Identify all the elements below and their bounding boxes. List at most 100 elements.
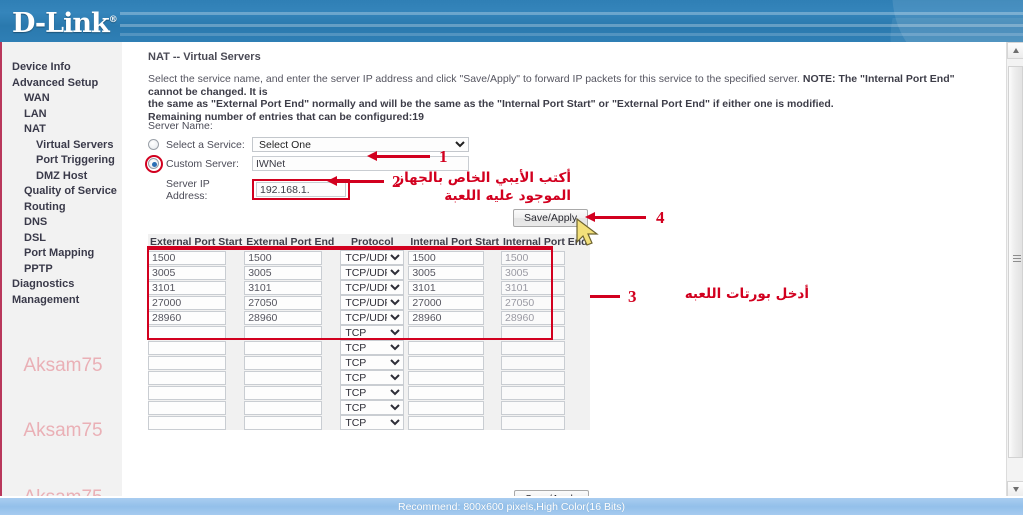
external-port-start-input-7[interactable]: [148, 340, 226, 355]
sidebar-item-dsl[interactable]: DSL: [2, 231, 122, 247]
protocol-select-6[interactable]: TCP: [340, 325, 405, 340]
protocol-select-2[interactable]: TCP/UDP: [340, 265, 405, 280]
select-a-service-label: Select a Service:: [166, 138, 245, 151]
internal-port-end-input-6[interactable]: [501, 325, 565, 340]
internal-port-start-input-7-cell: [408, 340, 501, 355]
internal-port-start-input-6[interactable]: [408, 325, 485, 340]
sidebar-item-port-triggering[interactable]: Port Triggering: [2, 153, 122, 169]
protocol-select-3[interactable]: TCP/UDP: [340, 280, 405, 295]
internal-port-end-input-1[interactable]: [501, 250, 565, 265]
external-port-end-input-5[interactable]: [244, 310, 323, 325]
internal-port-start-input-8[interactable]: [408, 355, 485, 370]
external-port-start-input-10[interactable]: [148, 385, 226, 400]
sidebar-item-dmz-host[interactable]: DMZ Host: [2, 169, 122, 185]
external-port-end-input-4[interactable]: [244, 295, 323, 310]
select-a-service-radio-wrap[interactable]: [148, 139, 159, 150]
sidebar-item-diagnostics[interactable]: Diagnostics: [2, 277, 122, 293]
external-port-end-input-9[interactable]: [244, 370, 323, 385]
sidebar-item-advanced-setup[interactable]: Advanced Setup: [2, 76, 122, 92]
protocol-select-10[interactable]: TCP: [340, 385, 405, 400]
internal-port-end-input-3[interactable]: [501, 280, 565, 295]
internal-port-end-input-5[interactable]: [501, 310, 565, 325]
table-body: TCP/UDPTCP/UDPTCP/UDPTCP/UDPTCP/UDPTCPTC…: [148, 250, 590, 430]
sidebar-item-device-info[interactable]: Device Info: [2, 60, 122, 76]
external-port-end-input-2[interactable]: [244, 265, 323, 280]
internal-port-end-input-9[interactable]: [501, 370, 565, 385]
internal-port-start-input-5-cell: [408, 310, 501, 325]
external-port-start-input-12[interactable]: [148, 415, 226, 430]
external-port-end-input-3[interactable]: [244, 280, 323, 295]
external-port-end-input-8[interactable]: [244, 355, 323, 370]
internal-port-end-input-12[interactable]: [501, 415, 565, 430]
sidebar-item-quality-of-service[interactable]: Quality of Service: [2, 184, 122, 200]
internal-port-end-input-7[interactable]: [501, 340, 565, 355]
internal-port-start-input-2[interactable]: [408, 265, 485, 280]
protocol-select-1[interactable]: TCP/UDP: [340, 250, 405, 265]
table-row: TCP: [148, 415, 590, 430]
sidebar-item-port-mapping[interactable]: Port Mapping: [2, 246, 122, 262]
annotation-arabic-2-line2: الموجود عليه اللعبة: [444, 188, 571, 204]
internal-port-start-input-7[interactable]: [408, 340, 485, 355]
sidebar-item-routing[interactable]: Routing: [2, 200, 122, 216]
external-port-end-input-7[interactable]: [244, 340, 323, 355]
external-port-end-input-10[interactable]: [244, 385, 323, 400]
custom-server-input[interactable]: [252, 156, 469, 171]
sidebar-item-lan[interactable]: LAN: [2, 107, 122, 123]
external-port-start-input-2[interactable]: [148, 265, 226, 280]
internal-port-end-input-10[interactable]: [501, 385, 565, 400]
internal-port-start-input-12[interactable]: [408, 415, 485, 430]
service-select[interactable]: Select One: [252, 137, 469, 152]
protocol-select-12[interactable]: TCP: [340, 415, 405, 430]
external-port-end-input-8-cell: [244, 355, 337, 370]
sidebar-item-nat[interactable]: NAT: [2, 122, 122, 138]
internal-port-start-input-4[interactable]: [408, 295, 485, 310]
dlink-logo: D-Link®: [12, 8, 118, 39]
external-port-start-input-6[interactable]: [148, 325, 226, 340]
external-port-end-input-6[interactable]: [244, 325, 323, 340]
protocol-select-9[interactable]: TCP: [340, 370, 405, 385]
dlink-logo-text: D-Link: [12, 8, 110, 39]
custom-server-radio-wrap[interactable]: [144, 154, 163, 173]
external-port-start-input-8[interactable]: [148, 355, 226, 370]
description-line2: the same as "External Port End" normally…: [148, 98, 834, 110]
table-row: TCP: [148, 340, 590, 355]
protocol-select-4[interactable]: TCP/UDP: [340, 295, 405, 310]
scroll-up-button[interactable]: [1007, 42, 1023, 59]
internal-port-start-input-10[interactable]: [408, 385, 485, 400]
internal-port-start-input-3[interactable]: [408, 280, 485, 295]
sidebar-item-management[interactable]: Management: [2, 293, 122, 309]
sidebar-item-wan[interactable]: WAN: [2, 91, 122, 107]
select-a-service-radio[interactable]: [148, 139, 159, 150]
vertical-scrollbar[interactable]: [1006, 42, 1023, 498]
internal-port-start-input-10-cell: [408, 385, 501, 400]
internal-port-end-input-4[interactable]: [501, 295, 565, 310]
internal-port-end-input-2[interactable]: [501, 265, 565, 280]
external-port-start-input-4[interactable]: [148, 295, 226, 310]
sidebar-item-pptp[interactable]: PPTP: [2, 262, 122, 278]
external-port-start-input-9[interactable]: [148, 370, 226, 385]
internal-port-start-input-9[interactable]: [408, 370, 485, 385]
sidebar-item-virtual-servers[interactable]: Virtual Servers: [2, 138, 122, 154]
external-port-start-input-10-cell: [148, 385, 245, 400]
external-port-end-input-12-cell: [244, 415, 337, 430]
external-port-end-input-1[interactable]: [244, 250, 323, 265]
external-port-start-input-11[interactable]: [148, 400, 226, 415]
protocol-select-7[interactable]: TCP: [340, 340, 405, 355]
protocol-select-8[interactable]: TCP: [340, 355, 405, 370]
internal-port-start-input-11[interactable]: [408, 400, 485, 415]
internal-port-start-input-5[interactable]: [408, 310, 485, 325]
internal-port-end-input-11[interactable]: [501, 400, 565, 415]
external-port-start-input-5[interactable]: [148, 310, 226, 325]
external-port-start-input-1[interactable]: [148, 250, 226, 265]
sidebar-item-dns[interactable]: DNS: [2, 215, 122, 231]
external-port-end-input-12[interactable]: [244, 415, 323, 430]
internal-port-end-input-8-cell: [501, 355, 590, 370]
external-port-end-input-11[interactable]: [244, 400, 323, 415]
scrollbar-thumb[interactable]: [1008, 66, 1023, 458]
internal-port-start-input-1[interactable]: [408, 250, 485, 265]
protocol-select-5[interactable]: TCP/UDP: [340, 310, 405, 325]
protocol-select-11[interactable]: TCP: [340, 400, 405, 415]
internal-port-end-input-8[interactable]: [501, 355, 565, 370]
external-port-end-input-9-cell: [244, 370, 337, 385]
external-port-start-input-3[interactable]: [148, 280, 226, 295]
